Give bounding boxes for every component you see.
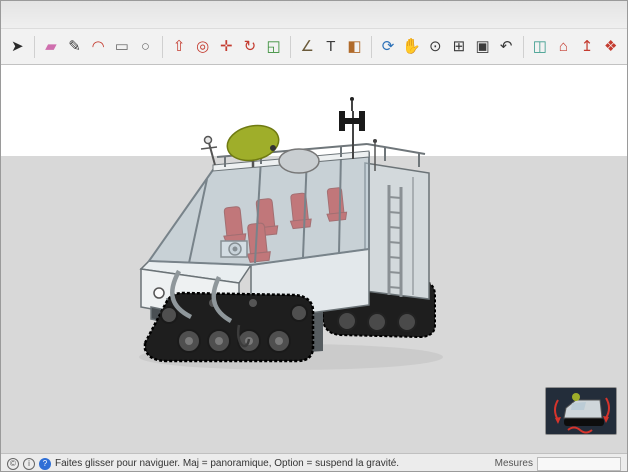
toolbar-separator: [289, 35, 291, 58]
paint-bucket-tool[interactable]: ◧: [343, 34, 366, 60]
toolbar-separator: [33, 35, 35, 58]
pan-tool[interactable]: ✋: [400, 34, 423, 60]
info-icon[interactable]: i: [23, 457, 35, 470]
rear-box[interactable]: [364, 162, 430, 300]
line-tool[interactable]: ✎: [63, 34, 86, 60]
model-viewport[interactable]: [1, 65, 627, 453]
preview-vehicle-thumbnail: [546, 388, 616, 434]
share-tool[interactable]: ↥: [576, 34, 599, 60]
move-tool[interactable]: ✛: [215, 34, 238, 60]
vehicle-model[interactable]: [1, 65, 627, 453]
previous-view-tool[interactable]: ↶: [495, 34, 518, 60]
sketchup-window: ➤ ▰ ✎ ◠ ▭ ○ ⇧ ◎ ✛ ↻ ◱ ∠ T ◧ ⟳ ✋ ⊙ ⊞ ▣ ↶ …: [0, 0, 628, 472]
select-tool[interactable]: ➤: [6, 34, 29, 60]
toolbar-separator: [522, 35, 524, 58]
main-toolbar: ➤ ▰ ✎ ◠ ▭ ○ ⇧ ◎ ✛ ↻ ◱ ∠ T ◧ ⟳ ✋ ⊙ ⊞ ▣ ↶ …: [1, 29, 627, 65]
radome[interactable]: [278, 148, 320, 174]
tape-measure-tool[interactable]: ∠: [296, 34, 319, 60]
orbit-tool[interactable]: ⟳: [377, 34, 400, 60]
warehouse-tool[interactable]: ⌂: [552, 34, 575, 60]
arc-tool[interactable]: ◠: [87, 34, 110, 60]
text-tool[interactable]: T: [320, 34, 343, 60]
help-icon[interactable]: ?: [39, 457, 51, 470]
toolbar-separator: [161, 35, 163, 58]
zoom-window-tool[interactable]: ⊞: [448, 34, 471, 60]
rotate-tool[interactable]: ↻: [239, 34, 262, 60]
rectangle-tool[interactable]: ▭: [111, 34, 134, 60]
glass-canopy[interactable]: [147, 151, 370, 267]
offset-tool[interactable]: ◎: [191, 34, 214, 60]
measurements-input[interactable]: [537, 456, 621, 471]
near-track[interactable]: [143, 291, 315, 363]
pushpull-tool[interactable]: ⇧: [168, 34, 191, 60]
circle-tool[interactable]: ○: [134, 34, 157, 60]
zoom-extents-tool[interactable]: ▣: [471, 34, 494, 60]
status-message: Faites glisser pour naviguer. Maj = pano…: [55, 458, 400, 469]
measurements-label: Mesures: [494, 458, 533, 469]
window-titlebar: [1, 1, 627, 29]
toolbar-separator: [370, 35, 372, 58]
roof-beacon[interactable]: [200, 135, 218, 166]
status-bar: © i ? Faites glisser pour naviguer. Maj …: [1, 453, 627, 471]
preview-thumbnail[interactable]: [545, 387, 617, 435]
attribution-icon[interactable]: ©: [7, 457, 19, 470]
components-tool[interactable]: ❖: [599, 34, 622, 60]
zoom-tool[interactable]: ⊙: [424, 34, 447, 60]
section-plane-tool[interactable]: ◫: [529, 34, 552, 60]
eraser-tool[interactable]: ▰: [40, 34, 63, 60]
scale-tool[interactable]: ◱: [262, 34, 285, 60]
